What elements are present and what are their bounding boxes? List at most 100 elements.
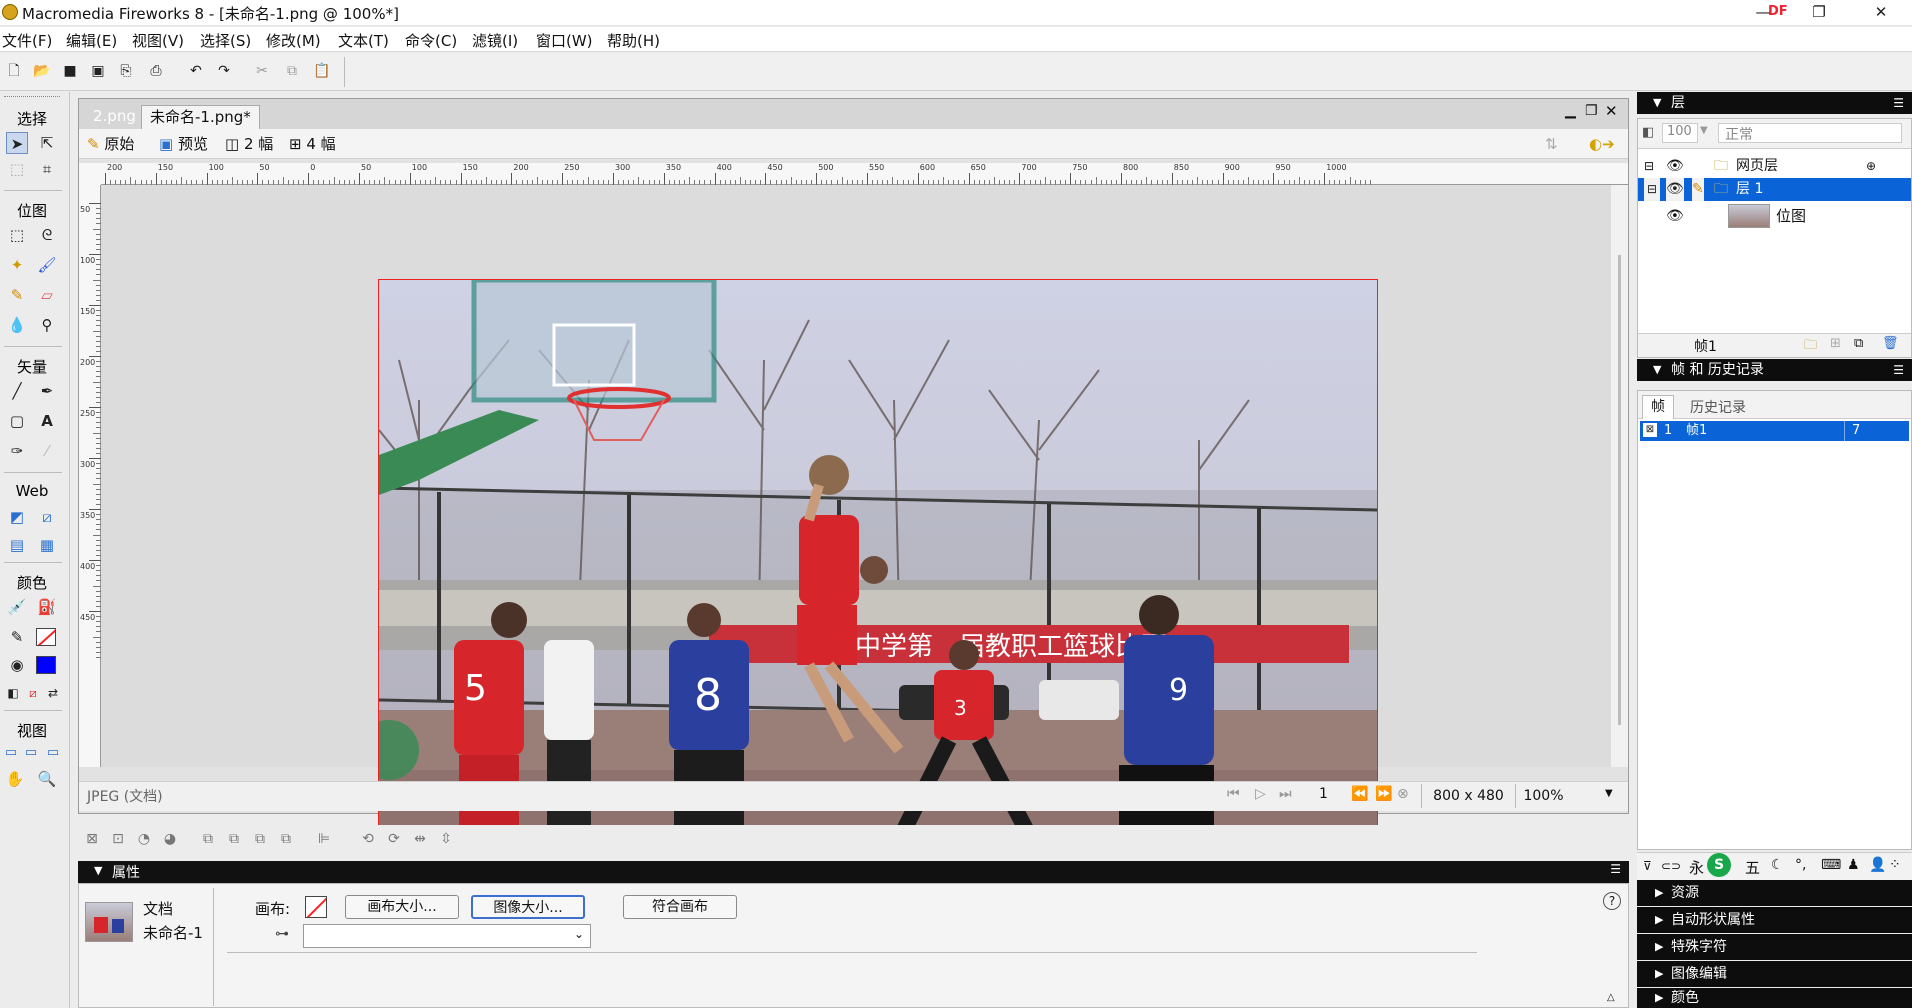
rectangle-tool-icon[interactable]: ▢ xyxy=(6,410,28,432)
sogou-ime-icon[interactable]: S xyxy=(1707,853,1731,877)
menu-edit[interactable]: 编辑(E) xyxy=(66,30,117,51)
zoom-dropdown-icon[interactable]: ▼ xyxy=(1605,788,1613,799)
moon-icon[interactable]: ☾ xyxy=(1771,857,1784,873)
blur-tool-icon[interactable]: 💧 xyxy=(6,314,28,336)
canvas-image[interactable]: 鹿中学第 届教职工篮球比赛 8 5 3 9 xyxy=(378,279,1378,849)
panel-menu-icon[interactable]: ☰ xyxy=(1893,92,1904,114)
standard-screen-icon[interactable]: ▭ xyxy=(0,742,22,764)
freeform-tool-icon[interactable]: ✑ xyxy=(6,440,28,462)
user-icon[interactable]: 👤 xyxy=(1869,857,1886,873)
new-bitmap-icon[interactable]: ⧉ xyxy=(1854,336,1863,351)
canvas-color-swatch[interactable] xyxy=(305,896,327,918)
pencil-icon[interactable]: ✎ xyxy=(1692,178,1704,201)
no-color-icon[interactable]: ⧄ xyxy=(22,682,44,704)
panel-menu-icon[interactable]: ☰ xyxy=(1610,862,1621,876)
marquee-tool-icon[interactable]: ⬚ xyxy=(6,224,28,246)
full-screen-menus-icon[interactable]: ▭ xyxy=(20,742,42,764)
new-sublayer-icon[interactable]: 🗀 xyxy=(1804,336,1817,358)
redo-icon[interactable]: ↷ xyxy=(214,61,234,81)
first-frame-icon[interactable]: ⏮ xyxy=(1227,786,1240,802)
canvas-area[interactable]: 鹿中学第 届教职工篮球比赛 8 5 3 9 xyxy=(101,185,1611,849)
prev-frame-icon[interactable]: ⏪ xyxy=(1351,786,1368,802)
tab-frames[interactable]: 帧 xyxy=(1642,395,1674,419)
frame-row[interactable]: ⊠ 1 帧1 7 xyxy=(1640,421,1909,441)
fill-color-icon[interactable]: ◉ xyxy=(6,654,28,676)
menu-window[interactable]: 窗口(W) xyxy=(536,30,593,51)
print-icon[interactable]: ⎙ xyxy=(146,61,166,81)
align-icon[interactable]: ⊫ xyxy=(314,829,334,849)
magic-wand-icon[interactable]: ✦ xyxy=(6,254,28,276)
eye-icon[interactable]: 👁 xyxy=(1666,178,1684,201)
hotspot-tool-icon[interactable]: ◩ xyxy=(6,506,28,528)
panel-assets[interactable]: ▶ 资源 xyxy=(1637,880,1912,906)
doc-close-icon[interactable]: ✕ xyxy=(1605,102,1618,120)
ime-char-2[interactable]: 五 xyxy=(1745,857,1760,878)
layer-row-web[interactable]: ⊟ 👁 🗀 网页层 ⊕ xyxy=(1638,155,1911,178)
subselect-tool-icon[interactable]: ⇱ xyxy=(36,132,58,154)
frame-number[interactable]: 1 xyxy=(1319,786,1328,802)
vertical-scrollbar[interactable] xyxy=(1611,185,1628,767)
open-file-icon[interactable]: 📂 xyxy=(32,61,52,81)
doc-minimize-icon[interactable]: ▁ xyxy=(1565,103,1576,119)
minimize-button[interactable]: — xyxy=(1740,0,1786,26)
ime-link-icon[interactable]: ⊂⊃ xyxy=(1661,859,1681,873)
export-icon[interactable]: ⎘ xyxy=(116,61,136,81)
stroke-color-icon[interactable]: ✎ xyxy=(6,626,28,648)
text-tool-icon[interactable]: A xyxy=(36,410,58,432)
ime-arrow-icon[interactable]: ⊽ xyxy=(1643,859,1652,873)
menu-filters[interactable]: 滤镜(I) xyxy=(472,30,518,51)
frames-panel-header[interactable]: ▼ 帧 和 历史记录 ☰ xyxy=(1637,359,1912,381)
onion-skin-icon[interactable]: ⊠ xyxy=(1643,423,1657,437)
send-backward-icon[interactable]: ⧉ xyxy=(250,829,270,849)
brush-tool-icon[interactable]: 🖌 xyxy=(36,254,58,276)
hide-hotspots-icon[interactable]: ▤ xyxy=(6,534,28,556)
doc-restore-icon[interactable]: ❐ xyxy=(1585,103,1598,119)
full-screen-icon[interactable]: ▭ xyxy=(42,742,64,764)
undo-icon[interactable]: ↶ xyxy=(186,61,206,81)
rotate-ccw-icon[interactable]: ⟲ xyxy=(358,829,378,849)
pencil-tool-icon[interactable]: ✎ xyxy=(6,284,28,306)
new-file-icon[interactable]: 🗋 xyxy=(4,61,24,81)
swap-colors-icon[interactable]: ⇄ xyxy=(42,682,64,704)
show-hotspots-icon[interactable]: ▦ xyxy=(36,534,58,556)
menu-file[interactable]: 文件(F) xyxy=(2,30,52,51)
next-frame-icon[interactable]: ⏩ xyxy=(1375,786,1392,802)
maximize-button[interactable]: ❐ xyxy=(1796,0,1842,26)
default-colors-icon[interactable]: ◧ xyxy=(2,682,24,704)
stroke-color-swatch[interactable] xyxy=(36,628,56,646)
chevron-down-icon[interactable]: ▼ xyxy=(1700,125,1708,136)
send-back-icon[interactable]: ⧉ xyxy=(276,829,296,849)
menu-commands[interactable]: 命令(C) xyxy=(405,30,457,51)
menu-modify[interactable]: 修改(M) xyxy=(266,30,321,51)
opacity-input[interactable]: 100 xyxy=(1662,123,1698,143)
stop-icon[interactable]: ⊗ xyxy=(1397,786,1409,802)
view-2up-button[interactable]: ◫ 2 幅 xyxy=(225,134,273,154)
props-expand-icon[interactable]: △ xyxy=(1607,992,1615,1003)
pointer-tool-icon[interactable]: ➤ xyxy=(6,132,28,154)
image-size-button[interactable]: 图像大小... xyxy=(471,895,585,919)
eye-icon[interactable]: 👁 xyxy=(1666,155,1684,178)
grid-menu-icon[interactable]: ⁘ xyxy=(1889,857,1901,873)
save-icon[interactable]: ■ xyxy=(60,61,80,81)
menu-view[interactable]: 视图(V) xyxy=(132,30,184,51)
panel-colors[interactable]: ▶ 颜色 xyxy=(1637,988,1912,1008)
paint-bucket-icon[interactable]: ⛽ xyxy=(36,596,58,618)
hand-tool-icon[interactable]: ✋ xyxy=(4,768,26,790)
rubber-stamp-icon[interactable]: ⚲ xyxy=(36,314,58,336)
line-tool-icon[interactable]: ╱ xyxy=(6,380,28,402)
fill-color-swatch[interactable] xyxy=(36,656,56,674)
copy-icon[interactable]: ⧉ xyxy=(282,61,302,81)
layers-panel-header[interactable]: ▼ 层 ☰ xyxy=(1637,92,1912,114)
eye-icon[interactable]: 👁 xyxy=(1666,201,1684,231)
punctuation-icon[interactable]: °, xyxy=(1795,857,1806,873)
import-icon[interactable]: ▣ xyxy=(88,61,108,81)
scroll-thumb[interactable] xyxy=(1618,255,1621,725)
layer-row-1[interactable]: ⊟ 👁 ✎ 🗀 层 1 xyxy=(1638,178,1911,201)
slice-tool-icon[interactable]: ⧄ xyxy=(36,506,58,528)
pen-tool-icon[interactable]: ✒ xyxy=(36,380,58,402)
menu-text[interactable]: 文本(T) xyxy=(338,30,389,51)
crop-tool-icon[interactable]: ⌗ xyxy=(36,158,58,180)
eyedropper-tool-icon[interactable]: 💉 xyxy=(6,596,28,618)
quick-export-icon[interactable]: ⇅ xyxy=(1545,134,1558,154)
panel-auto-shape[interactable]: ▶ 自动形状属性 xyxy=(1637,907,1912,933)
